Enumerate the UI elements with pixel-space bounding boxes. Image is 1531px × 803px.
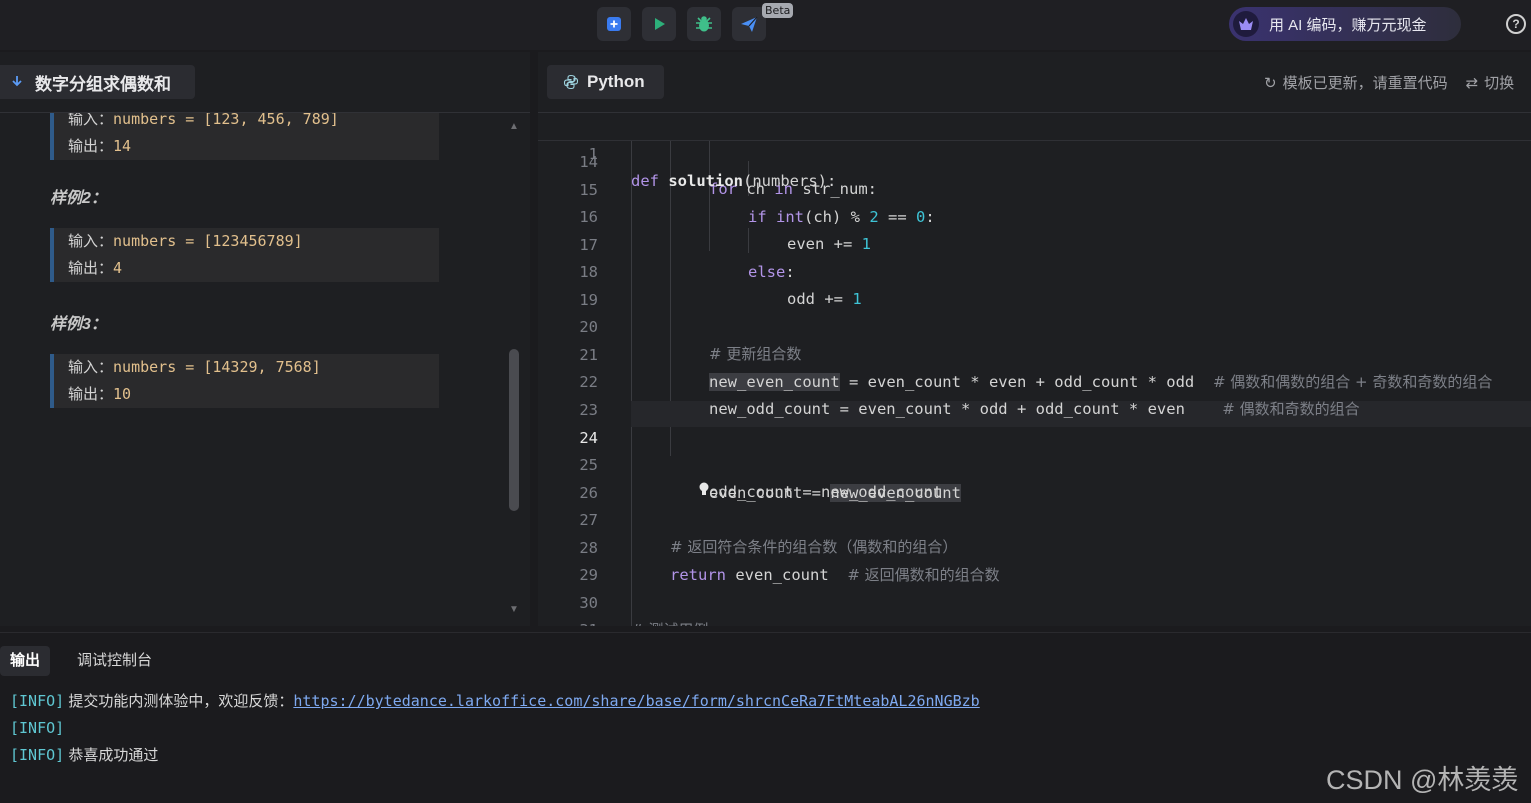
- code-line: 17 else:: [538, 204, 1531, 282]
- input-label: 输入：: [68, 232, 114, 250]
- language-tab[interactable]: Python: [547, 65, 664, 99]
- help-icon[interactable]: ?: [1506, 14, 1526, 34]
- switch-button[interactable]: ⇄ 切换: [1466, 72, 1515, 93]
- scroll-down-icon[interactable]: ▼: [507, 604, 521, 616]
- input-label: 输入：: [68, 113, 114, 128]
- code-line: 28 return even_count # 返回偶数和的组合数: [538, 507, 1531, 585]
- square-plus-icon: [607, 17, 621, 31]
- sample-box: 输入：numbers = [123456789] 输出：4: [50, 228, 439, 282]
- line-number: 1: [588, 144, 598, 163]
- reset-code-label: 模板已更新，请重置代码: [1282, 75, 1448, 92]
- code-line: 22 new_odd_count = even_count * odd + od…: [538, 341, 1531, 419]
- code-line: 23: [538, 369, 1531, 419]
- line-number: 31: [558, 617, 598, 627]
- problem-panel: 数字分组求偶数和 输入：numbers = [123, 456, 789] 输出…: [0, 52, 530, 626]
- watermark: CSDN @林羡羡: [1326, 765, 1519, 795]
- download-arrow-icon: [12, 76, 22, 87]
- code-line: 1 def solution(numbers):: [538, 113, 1531, 191]
- ai-promo-text: 用 AI 编码，赚万元现金: [1269, 16, 1427, 34]
- refresh-icon: ↻: [1264, 74, 1277, 92]
- code-area[interactable]: 14 for ch in str_num: 15 if int(ch) % 2 …: [538, 113, 1531, 626]
- code-line: 29: [538, 534, 1531, 584]
- problem-tab[interactable]: 数字分组求偶数和: [0, 65, 195, 99]
- sample-input: numbers = [123456789]: [113, 232, 303, 250]
- output-label: 输出：: [68, 385, 114, 403]
- log-message: 恭喜成功通过: [68, 747, 159, 764]
- new-file-button[interactable]: [597, 7, 631, 41]
- output-label: 输出：: [68, 259, 114, 277]
- sample-output: 14: [113, 137, 132, 155]
- code-line: 30 # 测试用例: [538, 562, 1531, 627]
- reset-code-button[interactable]: ↻ 模板已更新，请重置代码: [1264, 72, 1448, 93]
- sample-title: 样例2：: [50, 190, 107, 207]
- problem-scrollbar[interactable]: ▲ ▼: [507, 113, 521, 626]
- ai-promo-button[interactable]: 用 AI 编码，赚万元现金: [1229, 7, 1461, 41]
- debug-button[interactable]: [687, 7, 721, 41]
- log-tag: [INFO]: [10, 746, 65, 764]
- tab-output[interactable]: 输出: [0, 646, 51, 676]
- log-tag: [INFO]: [10, 719, 65, 737]
- run-button[interactable]: [642, 7, 676, 41]
- feedback-link[interactable]: https://bytedance.larkoffice.com/share/b…: [293, 692, 979, 710]
- play-icon: [655, 18, 665, 30]
- problem-header: 数字分组求偶数和: [0, 52, 530, 113]
- code-line: 25 odd_count = new_odd_count: [538, 424, 1531, 502]
- sample-input: numbers = [14329, 7568]: [113, 358, 321, 376]
- output-label: 输出：: [68, 137, 114, 155]
- sample-box: 输入：numbers = [14329, 7568] 输出：10: [50, 354, 439, 408]
- code-line: 26: [538, 452, 1531, 502]
- editor-header: Python ↻ 模板已更新，请重置代码 ⇄ 切换: [538, 52, 1531, 113]
- scroll-up-icon[interactable]: ▲: [507, 121, 521, 133]
- code-line: 20 # 更新组合数: [538, 286, 1531, 364]
- sample-output: 10: [113, 385, 132, 403]
- code-editor-panel: Python ↻ 模板已更新，请重置代码 ⇄ 切换 14 for ch in s…: [538, 52, 1531, 626]
- problem-title: 数字分组求偶数和: [35, 74, 171, 94]
- log-line: [INFO] 恭喜成功通过: [10, 742, 158, 769]
- switch-label: 切换: [1484, 75, 1515, 92]
- language-label: Python: [587, 72, 645, 91]
- log-line: [INFO] 提交功能内测体验中，欢迎反馈：https://bytedance.…: [10, 688, 980, 715]
- sticky-scroll-header[interactable]: 1 def solution(numbers):: [538, 113, 1531, 191]
- swap-icon: ⇄: [1465, 74, 1479, 92]
- code-line-active: 24 even_count = new_even_count: [538, 397, 1531, 502]
- crown-icon: [1233, 11, 1259, 37]
- code-line: 19: [538, 259, 1531, 309]
- input-label: 输入：: [68, 358, 114, 376]
- python-icon: [563, 74, 579, 90]
- problem-description: 输入：numbers = [123, 456, 789] 输出：14 样例2： …: [0, 113, 505, 626]
- log-message: 提交功能内测体验中，欢迎反馈：: [68, 693, 294, 710]
- scrollbar-thumb[interactable]: [509, 349, 519, 511]
- sample-output: 4: [113, 259, 123, 277]
- beta-badge: Beta: [762, 3, 794, 18]
- code-line: 18 odd += 1: [538, 231, 1531, 309]
- code-line: 27 # 返回符合条件的组合数（偶数和的组合）: [538, 479, 1531, 557]
- output-panel: 输出 调试控制台 [INFO] 提交功能内测体验中，欢迎反馈：https://b…: [0, 632, 1531, 803]
- log-tag: [INFO]: [10, 692, 65, 710]
- bug-icon: [696, 16, 712, 32]
- send-icon: [741, 16, 758, 32]
- submit-button[interactable]: [732, 7, 766, 41]
- sample-input: numbers = [123, 456, 789]: [113, 113, 339, 128]
- code-line: 31 if __name__ == "__main__":: [538, 589, 1531, 627]
- top-toolbar: Beta 用 AI 编码，赚万元现金 ?: [0, 0, 1531, 50]
- code-line: 21 new_even_count = even_count * even + …: [538, 314, 1531, 391]
- sample-box: 输入：numbers = [123, 456, 789] 输出：14: [50, 113, 439, 160]
- sample-title: 样例3：: [50, 316, 107, 333]
- tab-debug-console[interactable]: 调试控制台: [67, 646, 162, 676]
- log-line: [INFO]: [10, 715, 64, 742]
